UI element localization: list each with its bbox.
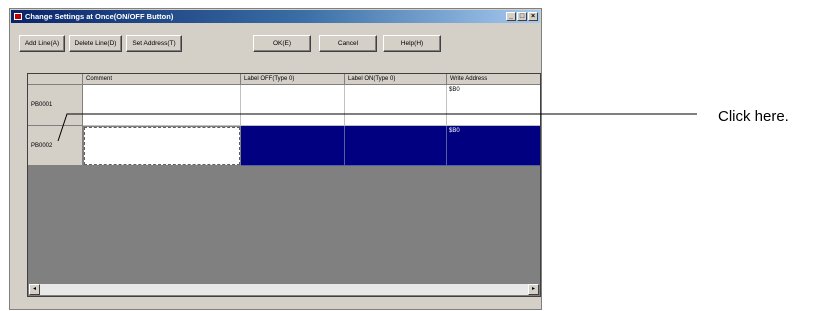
comment-cell[interactable] bbox=[83, 85, 241, 126]
write-address-cell[interactable]: $B0 bbox=[447, 126, 540, 166]
title-bar: Change Settings at Once(ON/OFF Button) _… bbox=[11, 10, 540, 23]
set-address-button[interactable]: Set Address(T) bbox=[126, 35, 182, 52]
corner-header bbox=[28, 74, 83, 85]
label-off-cell[interactable] bbox=[241, 126, 345, 166]
label-off-cell[interactable] bbox=[241, 85, 345, 126]
settings-window: Change Settings at Once(ON/OFF Button) _… bbox=[9, 8, 542, 310]
settings-grid[interactable]: Comment Label OFF(Type 0) Label ON(Type … bbox=[27, 73, 541, 297]
add-line-button[interactable]: Add Line(A) bbox=[19, 35, 65, 52]
label-on-cell[interactable] bbox=[345, 85, 447, 126]
maximize-button[interactable]: □ bbox=[517, 12, 527, 21]
scroll-left-icon[interactable]: ◂ bbox=[29, 284, 40, 295]
row-header[interactable]: PB0001 bbox=[28, 85, 83, 126]
close-button[interactable]: × bbox=[528, 12, 538, 21]
column-header-write-address[interactable]: Write Address bbox=[447, 74, 540, 85]
callout-label: Click here. bbox=[718, 108, 789, 125]
label-on-cell[interactable] bbox=[345, 126, 447, 166]
help-button[interactable]: Help(H) bbox=[383, 35, 441, 52]
window-title: Change Settings at Once(ON/OFF Button) bbox=[25, 12, 174, 21]
column-header-label-off[interactable]: Label OFF(Type 0) bbox=[241, 74, 345, 85]
horizontal-scrollbar[interactable]: ◂ ▸ bbox=[29, 284, 539, 295]
row-header[interactable]: PB0002 bbox=[28, 126, 83, 166]
minimize-button[interactable]: _ bbox=[506, 12, 516, 21]
app-icon bbox=[14, 13, 22, 20]
scroll-right-icon[interactable]: ▸ bbox=[528, 284, 539, 295]
write-address-cell[interactable]: $B0 bbox=[447, 85, 540, 126]
delete-line-button[interactable]: Delete Line(D) bbox=[69, 35, 122, 52]
comment-cell-editing[interactable] bbox=[84, 127, 240, 165]
column-header-comment[interactable]: Comment bbox=[83, 74, 241, 85]
cancel-button[interactable]: Cancel bbox=[319, 35, 377, 52]
column-header-label-on[interactable]: Label ON(Type 0) bbox=[345, 74, 447, 85]
ok-button[interactable]: OK(E) bbox=[253, 35, 311, 52]
